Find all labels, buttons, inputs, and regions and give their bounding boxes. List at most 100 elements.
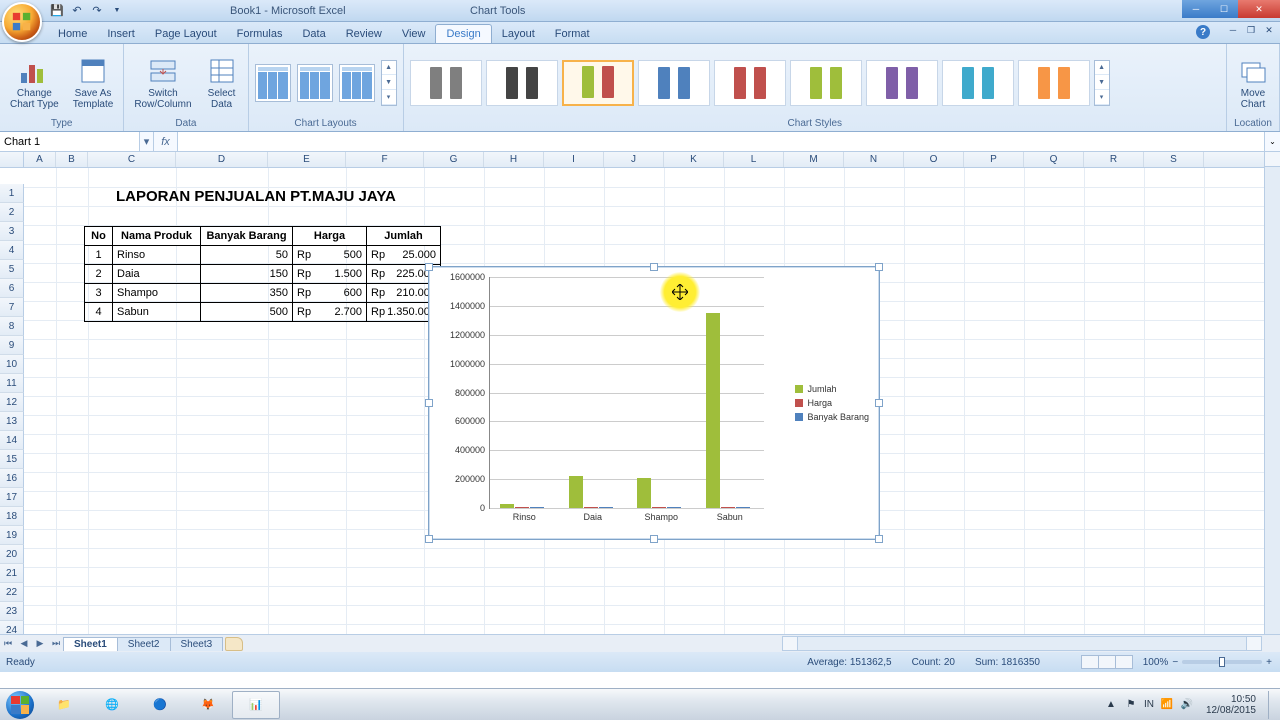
tab-insert[interactable]: Insert — [97, 25, 145, 43]
sheet-nav-next-icon[interactable]: ▶ — [32, 638, 48, 649]
tab-page-layout[interactable]: Page Layout — [145, 25, 227, 43]
chart-layout-2[interactable] — [297, 64, 333, 102]
tab-formulas[interactable]: Formulas — [227, 25, 293, 43]
tab-home[interactable]: Home — [48, 25, 97, 43]
tab-format[interactable]: Format — [545, 25, 600, 43]
chart-style-9[interactable] — [1018, 60, 1090, 106]
chart-legend[interactable]: JumlahHargaBanyak Barang — [795, 380, 869, 426]
chart-plot-area[interactable]: 0200000400000600000800000100000012000001… — [489, 277, 764, 509]
name-box[interactable] — [0, 132, 140, 151]
col-header-H[interactable]: H — [484, 152, 544, 167]
name-box-input[interactable] — [4, 136, 135, 148]
scroll-up-icon[interactable] — [1265, 152, 1280, 167]
taskbar-chrome[interactable]: 🔵 — [136, 691, 184, 719]
formula-bar-expand-icon[interactable]: ⌄ — [1264, 132, 1280, 151]
col-header-A[interactable]: A — [24, 152, 56, 167]
col-header-B[interactable]: B — [56, 152, 88, 167]
sheet-tab-sheet1[interactable]: Sheet1 — [63, 637, 118, 651]
tray-network-icon[interactable]: 📶 — [1160, 698, 1174, 712]
close-button[interactable]: ✕ — [1238, 0, 1280, 18]
col-header-K[interactable]: K — [664, 152, 724, 167]
col-header-Q[interactable]: Q — [1024, 152, 1084, 167]
wb-minimize-button[interactable]: ─ — [1226, 24, 1240, 36]
chart-style-5[interactable] — [714, 60, 786, 106]
zoom-out-button[interactable]: − — [1172, 657, 1178, 668]
view-buttons[interactable] — [1082, 655, 1133, 669]
row-header-23[interactable]: 23 — [0, 602, 24, 621]
scroll-left-icon[interactable] — [783, 637, 798, 650]
col-header-R[interactable]: R — [1084, 152, 1144, 167]
wb-close-button[interactable]: ✕ — [1262, 24, 1276, 36]
row-header-10[interactable]: 10 — [0, 355, 24, 374]
wb-restore-button[interactable]: ❐ — [1244, 24, 1258, 36]
row-header-17[interactable]: 17 — [0, 488, 24, 507]
formula-bar[interactable] — [178, 132, 1264, 151]
taskbar-firefox[interactable]: 🦊 — [184, 691, 232, 719]
col-header-P[interactable]: P — [964, 152, 1024, 167]
undo-icon[interactable]: ↶ — [70, 4, 84, 18]
row-header-12[interactable]: 12 — [0, 393, 24, 412]
change-chart-type-button[interactable]: Change Chart Type — [6, 53, 63, 112]
insert-sheet-button[interactable] — [225, 637, 243, 651]
row-header-3[interactable]: 3 — [0, 222, 24, 241]
col-header-F[interactable]: F — [346, 152, 424, 167]
row-header-21[interactable]: 21 — [0, 564, 24, 583]
row-header-7[interactable]: 7 — [0, 298, 24, 317]
taskbar-explorer[interactable]: 📁 — [40, 691, 88, 719]
row-header-16[interactable]: 16 — [0, 469, 24, 488]
col-header-N[interactable]: N — [844, 152, 904, 167]
row-header-5[interactable]: 5 — [0, 260, 24, 279]
chart-object[interactable]: 0200000400000600000800000100000012000001… — [428, 266, 880, 540]
col-header-E[interactable]: E — [268, 152, 346, 167]
col-header-M[interactable]: M — [784, 152, 844, 167]
row-header-1[interactable]: 1 — [0, 184, 24, 203]
tab-view[interactable]: View — [392, 25, 436, 43]
redo-icon[interactable]: ↷ — [90, 4, 104, 18]
sheet-nav-prev-icon[interactable]: ◀ — [16, 638, 32, 649]
save-icon[interactable]: 💾 — [50, 4, 64, 18]
move-chart-button[interactable]: Move Chart — [1233, 53, 1273, 112]
chart-style-4[interactable] — [638, 60, 710, 106]
row-header-22[interactable]: 22 — [0, 583, 24, 602]
chart-style-3[interactable] — [562, 60, 634, 106]
chart-layouts-more[interactable]: ▲▼▾ — [381, 60, 397, 106]
tab-review[interactable]: Review — [336, 25, 392, 43]
tab-layout[interactable]: Layout — [492, 25, 545, 43]
row-header-9[interactable]: 9 — [0, 336, 24, 355]
zoom-in-button[interactable]: + — [1266, 657, 1272, 668]
col-header-C[interactable]: C — [88, 152, 176, 167]
col-header-G[interactable]: G — [424, 152, 484, 167]
office-button[interactable] — [2, 2, 42, 42]
chart-styles-more[interactable]: ▲▼▾ — [1094, 60, 1110, 106]
row-header-15[interactable]: 15 — [0, 450, 24, 469]
select-all-corner[interactable] — [0, 152, 24, 167]
taskbar-excel[interactable]: 📊 — [232, 691, 280, 719]
sheet-nav-last-icon[interactable]: ⏭ — [48, 638, 64, 649]
col-header-O[interactable]: O — [904, 152, 964, 167]
sheet-tab-sheet2[interactable]: Sheet2 — [117, 637, 171, 651]
fx-icon[interactable]: fx — [154, 132, 178, 151]
sheet-tab-sheet3[interactable]: Sheet3 — [170, 637, 224, 651]
tray-volume-icon[interactable]: 🔊 — [1180, 698, 1194, 712]
row-header-14[interactable]: 14 — [0, 431, 24, 450]
chart-style-7[interactable] — [866, 60, 938, 106]
worksheet-grid[interactable]: ABCDEFGHIJKLMNOPQRS 12345678910111213141… — [0, 152, 1280, 634]
chart-layout-3[interactable] — [339, 64, 375, 102]
tray-language[interactable]: IN — [1144, 699, 1154, 710]
tab-design[interactable]: Design — [435, 24, 491, 43]
tray-expand-icon[interactable]: ▲ — [1104, 698, 1118, 712]
row-header-6[interactable]: 6 — [0, 279, 24, 298]
qat-dropdown-icon[interactable]: ▼ — [110, 4, 124, 18]
row-header-19[interactable]: 19 — [0, 526, 24, 545]
name-box-dropdown-icon[interactable]: ▾ — [140, 132, 154, 151]
chart-style-8[interactable] — [942, 60, 1014, 106]
vertical-scrollbar[interactable] — [1264, 152, 1280, 650]
col-header-S[interactable]: S — [1144, 152, 1204, 167]
maximize-button[interactable]: ☐ — [1210, 0, 1238, 18]
chart-style-6[interactable] — [790, 60, 862, 106]
col-header-L[interactable]: L — [724, 152, 784, 167]
row-header-2[interactable]: 2 — [0, 203, 24, 222]
tray-flag-icon[interactable]: ⚑ — [1124, 698, 1138, 712]
horizontal-scrollbar[interactable] — [782, 636, 1262, 651]
row-header-13[interactable]: 13 — [0, 412, 24, 431]
